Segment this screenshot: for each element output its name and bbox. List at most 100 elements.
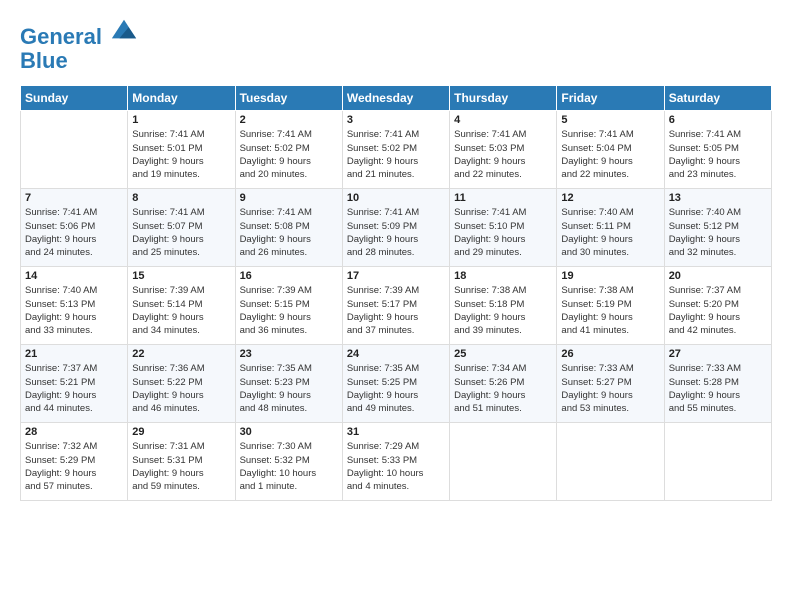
calendar-cell: 1 Sunrise: 7:41 AMSunset: 5:01 PMDaylight… — [128, 111, 235, 189]
day-number: 15 — [132, 270, 230, 282]
day-detail: Sunrise: 7:39 AMSunset: 5:15 PMDaylight:… — [240, 284, 338, 337]
calendar-header-cell: Thursday — [450, 86, 557, 111]
day-number: 11 — [454, 192, 552, 204]
page-container: General Blue SundayMondayTuesdayWednesda… — [0, 0, 792, 511]
calendar-table: SundayMondayTuesdayWednesdayThursdayFrid… — [20, 85, 772, 501]
day-detail: Sunrise: 7:41 AMSunset: 5:07 PMDaylight:… — [132, 206, 230, 259]
calendar-cell: 15 Sunrise: 7:39 AMSunset: 5:14 PMDayligh… — [128, 267, 235, 345]
calendar-cell: 6Sunrise: 7:41 AMSunset: 5:05 PMDaylight… — [664, 111, 771, 189]
day-number: 14 — [25, 270, 123, 282]
day-number: 21 — [25, 348, 123, 360]
day-number: 22 — [132, 348, 230, 360]
day-detail: Sunrise: 7:33 AMSunset: 5:27 PMDaylight:… — [561, 362, 659, 415]
calendar-cell: 24 Sunrise: 7:35 AMSunset: 5:25 PMDayligh… — [342, 345, 449, 423]
day-detail: Sunrise: 7:41 AMSunset: 5:01 PMDaylight:… — [132, 128, 230, 181]
day-number: 29 — [132, 426, 230, 438]
calendar-header-cell: Saturday — [664, 86, 771, 111]
day-number: 30 — [240, 426, 338, 438]
day-number: 23 — [240, 348, 338, 360]
calendar-cell — [21, 111, 128, 189]
day-detail: Sunrise: 7:35 AMSunset: 5:25 PMDaylight:… — [347, 362, 445, 415]
day-number: 25 — [454, 348, 552, 360]
calendar-week-row: 14Sunrise: 7:40 AMSunset: 5:13 PMDayligh… — [21, 267, 772, 345]
calendar-header-cell: Monday — [128, 86, 235, 111]
calendar-cell: 29 Sunrise: 7:31 AMSunset: 5:31 PMDayligh… — [128, 423, 235, 501]
day-detail: Sunrise: 7:41 AMSunset: 5:08 PMDaylight:… — [240, 206, 338, 259]
day-number: 26 — [561, 348, 659, 360]
day-number: 24 — [347, 348, 445, 360]
calendar-header-cell: Friday — [557, 86, 664, 111]
day-detail: Sunrise: 7:41 AMSunset: 5:02 PMDaylight:… — [347, 128, 445, 181]
day-detail: Sunrise: 7:41 AMSunset: 5:02 PMDaylight:… — [240, 128, 338, 181]
calendar-header-row: SundayMondayTuesdayWednesdayThursdayFrid… — [21, 86, 772, 111]
calendar-cell: 13Sunrise: 7:40 AMSunset: 5:12 PMDayligh… — [664, 189, 771, 267]
calendar-header-cell: Tuesday — [235, 86, 342, 111]
day-detail: Sunrise: 7:41 AMSunset: 5:05 PMDaylight:… — [669, 128, 767, 181]
calendar-cell: 8 Sunrise: 7:41 AMSunset: 5:07 PMDaylight… — [128, 189, 235, 267]
calendar-cell — [664, 423, 771, 501]
day-number: 16 — [240, 270, 338, 282]
day-number: 5 — [561, 114, 659, 126]
calendar-week-row: 21 Sunrise: 7:37 AMSunset: 5:21 PMDayligh… — [21, 345, 772, 423]
day-number: 12 — [561, 192, 659, 204]
day-number: 27 — [669, 348, 767, 360]
calendar-week-row: 1 Sunrise: 7:41 AMSunset: 5:01 PMDaylight… — [21, 111, 772, 189]
calendar-cell: 14Sunrise: 7:40 AMSunset: 5:13 PMDayligh… — [21, 267, 128, 345]
calendar-cell: 17Sunrise: 7:39 AMSunset: 5:17 PMDayligh… — [342, 267, 449, 345]
day-detail: Sunrise: 7:39 AMSunset: 5:14 PMDaylight:… — [132, 284, 230, 337]
calendar-cell: 19 Sunrise: 7:38 AMSunset: 5:19 PMDayligh… — [557, 267, 664, 345]
calendar-cell: 28Sunrise: 7:32 AMSunset: 5:29 PMDayligh… — [21, 423, 128, 501]
logo: General Blue — [20, 16, 138, 73]
day-detail: Sunrise: 7:41 AMSunset: 5:04 PMDaylight:… — [561, 128, 659, 181]
day-detail: Sunrise: 7:40 AMSunset: 5:11 PMDaylight:… — [561, 206, 659, 259]
calendar-cell: 30 Sunrise: 7:30 AMSunset: 5:32 PMDayligh… — [235, 423, 342, 501]
calendar-cell: 4 Sunrise: 7:41 AMSunset: 5:03 PMDaylight… — [450, 111, 557, 189]
day-detail: Sunrise: 7:41 AMSunset: 5:10 PMDaylight:… — [454, 206, 552, 259]
calendar-cell: 12 Sunrise: 7:40 AMSunset: 5:11 PMDayligh… — [557, 189, 664, 267]
day-detail: Sunrise: 7:34 AMSunset: 5:26 PMDaylight:… — [454, 362, 552, 415]
day-detail: Sunrise: 7:35 AMSunset: 5:23 PMDaylight:… — [240, 362, 338, 415]
day-detail: Sunrise: 7:37 AMSunset: 5:20 PMDaylight:… — [669, 284, 767, 337]
day-number: 19 — [561, 270, 659, 282]
calendar-cell: 11 Sunrise: 7:41 AMSunset: 5:10 PMDayligh… — [450, 189, 557, 267]
day-detail: Sunrise: 7:29 AMSunset: 5:33 PMDaylight:… — [347, 440, 445, 493]
day-number: 31 — [347, 426, 445, 438]
calendar-cell — [450, 423, 557, 501]
calendar-header-cell: Wednesday — [342, 86, 449, 111]
day-detail: Sunrise: 7:36 AMSunset: 5:22 PMDaylight:… — [132, 362, 230, 415]
calendar-cell: 22 Sunrise: 7:36 AMSunset: 5:22 PMDayligh… — [128, 345, 235, 423]
logo-icon — [110, 16, 138, 44]
calendar-cell: 10Sunrise: 7:41 AMSunset: 5:09 PMDayligh… — [342, 189, 449, 267]
day-detail: Sunrise: 7:33 AMSunset: 5:28 PMDaylight:… — [669, 362, 767, 415]
calendar-cell: 21 Sunrise: 7:37 AMSunset: 5:21 PMDayligh… — [21, 345, 128, 423]
calendar-cell — [557, 423, 664, 501]
day-number: 28 — [25, 426, 123, 438]
day-number: 8 — [132, 192, 230, 204]
day-number: 4 — [454, 114, 552, 126]
day-number: 9 — [240, 192, 338, 204]
day-number: 18 — [454, 270, 552, 282]
day-detail: Sunrise: 7:41 AMSunset: 5:03 PMDaylight:… — [454, 128, 552, 181]
day-detail: Sunrise: 7:31 AMSunset: 5:31 PMDaylight:… — [132, 440, 230, 493]
logo-text: General Blue — [20, 16, 138, 73]
calendar-cell: 18 Sunrise: 7:38 AMSunset: 5:18 PMDayligh… — [450, 267, 557, 345]
day-number: 2 — [240, 114, 338, 126]
day-detail: Sunrise: 7:37 AMSunset: 5:21 PMDaylight:… — [25, 362, 123, 415]
calendar-body: 1 Sunrise: 7:41 AMSunset: 5:01 PMDaylight… — [21, 111, 772, 501]
calendar-week-row: 28Sunrise: 7:32 AMSunset: 5:29 PMDayligh… — [21, 423, 772, 501]
day-detail: Sunrise: 7:41 AMSunset: 5:09 PMDaylight:… — [347, 206, 445, 259]
calendar-cell: 7 Sunrise: 7:41 AMSunset: 5:06 PMDaylight… — [21, 189, 128, 267]
calendar-cell: 31 Sunrise: 7:29 AMSunset: 5:33 PMDayligh… — [342, 423, 449, 501]
day-number: 17 — [347, 270, 445, 282]
day-detail: Sunrise: 7:30 AMSunset: 5:32 PMDaylight:… — [240, 440, 338, 493]
calendar-cell: 23 Sunrise: 7:35 AMSunset: 5:23 PMDayligh… — [235, 345, 342, 423]
day-detail: Sunrise: 7:38 AMSunset: 5:19 PMDaylight:… — [561, 284, 659, 337]
day-number: 7 — [25, 192, 123, 204]
day-detail: Sunrise: 7:40 AMSunset: 5:12 PMDaylight:… — [669, 206, 767, 259]
day-number: 1 — [132, 114, 230, 126]
day-detail: Sunrise: 7:38 AMSunset: 5:18 PMDaylight:… — [454, 284, 552, 337]
calendar-cell: 27 Sunrise: 7:33 AMSunset: 5:28 PMDayligh… — [664, 345, 771, 423]
calendar-cell: 5 Sunrise: 7:41 AMSunset: 5:04 PMDaylight… — [557, 111, 664, 189]
calendar-cell: 3Sunrise: 7:41 AMSunset: 5:02 PMDaylight… — [342, 111, 449, 189]
day-detail: Sunrise: 7:41 AMSunset: 5:06 PMDaylight:… — [25, 206, 123, 259]
